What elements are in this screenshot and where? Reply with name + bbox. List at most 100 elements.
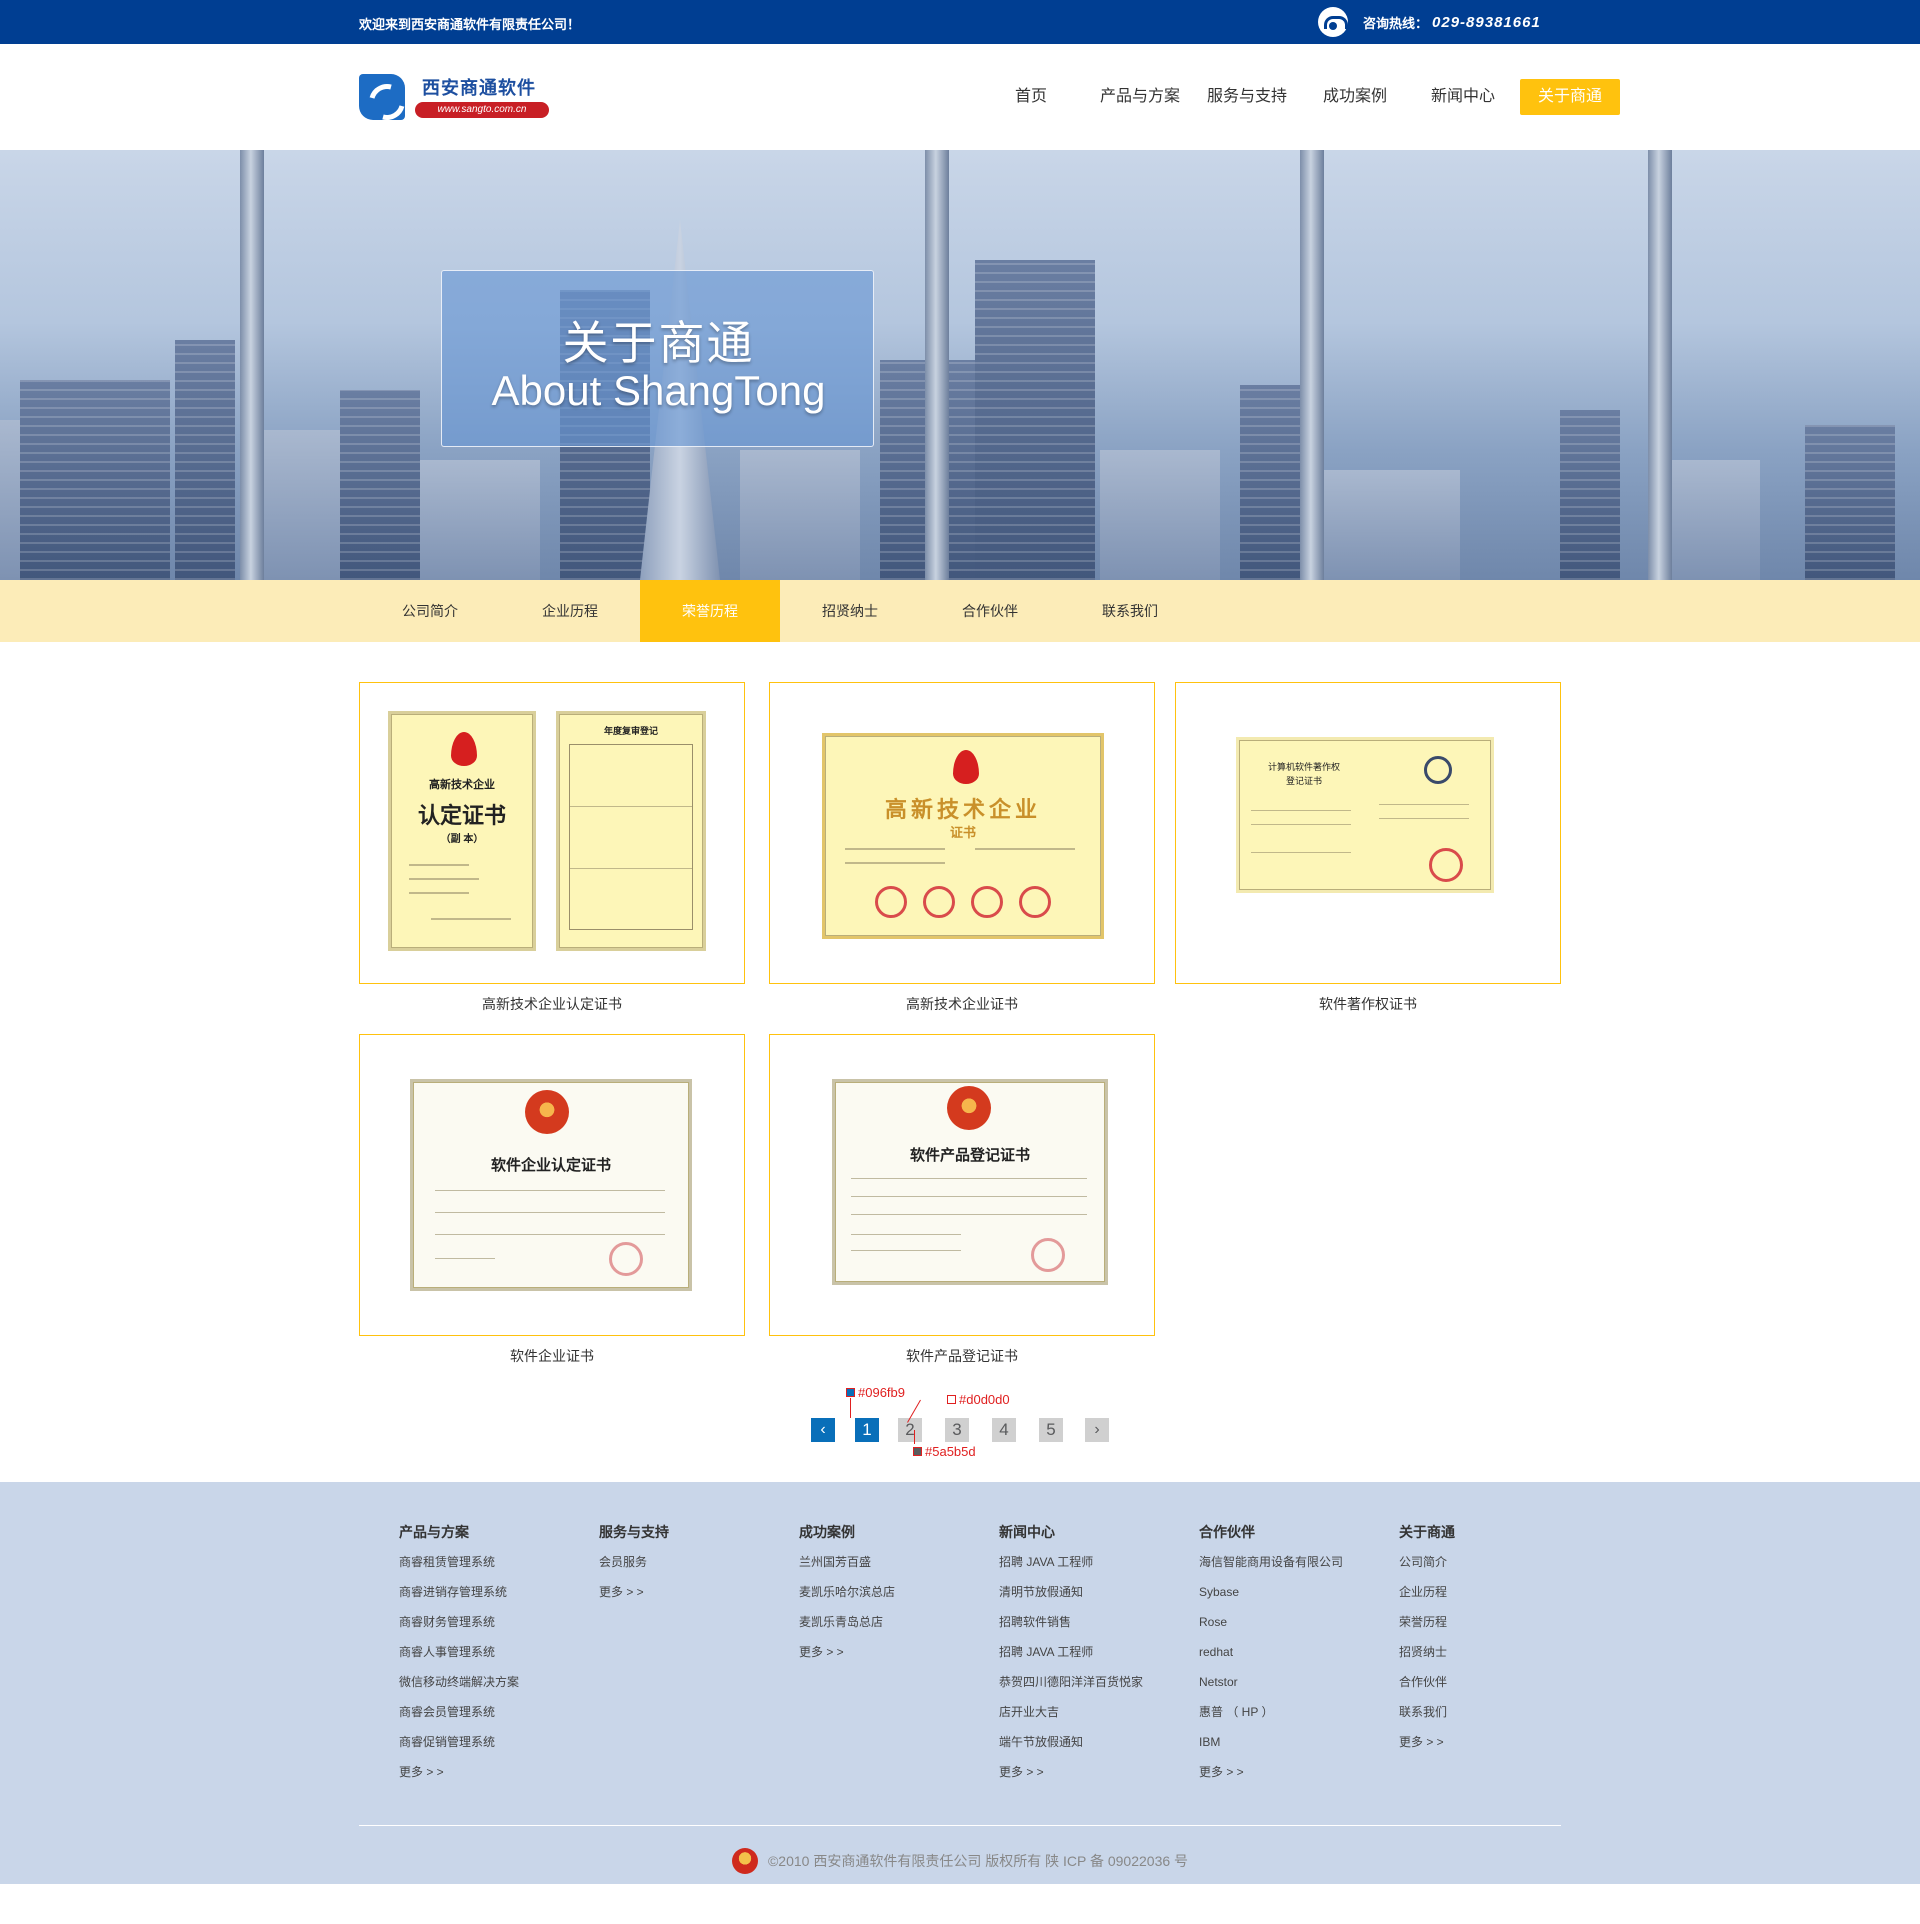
certificate-card[interactable]: 高新技术企业 认定证书 （副 本） 年度复审登记 xyxy=(359,682,745,984)
footer-divider xyxy=(359,1825,1561,1826)
subnav-history[interactable]: 企业历程 xyxy=(500,580,640,642)
footer-link[interactable]: 麦凯乐青岛总店 xyxy=(799,1612,999,1642)
footer-link[interactable]: 合作伙伴 xyxy=(1399,1672,1599,1702)
subnav-contact[interactable]: 联系我们 xyxy=(1060,580,1200,642)
red-seal-icon xyxy=(1031,1238,1065,1272)
cert-text: 软件产品登记证书 xyxy=(909,1147,1030,1164)
page-1[interactable]: 1 xyxy=(855,1418,879,1442)
footer-more-link[interactable]: 更多 > > xyxy=(799,1642,999,1672)
red-seal-icon xyxy=(609,1242,643,1276)
red-seal-icon xyxy=(1019,886,1051,918)
color-annotation-bg: #d0d0d0 xyxy=(947,1392,1010,1407)
certificate-card[interactable]: 软件产品登记证书 xyxy=(769,1034,1155,1336)
footer-link[interactable]: redhat xyxy=(1199,1642,1399,1672)
footer-link[interactable]: 海信智能商用设备有限公司 xyxy=(1199,1552,1399,1582)
footer-link[interactable]: 店开业大吉 xyxy=(999,1702,1199,1732)
certificate-caption: 软件产品登记证书 xyxy=(906,1348,1018,1364)
certificate-image: 软件产品登记证书 xyxy=(832,1079,1108,1285)
window-frame xyxy=(240,150,264,580)
subnav-partners[interactable]: 合作伙伴 xyxy=(920,580,1060,642)
footer-link[interactable]: 招贤纳士 xyxy=(1399,1642,1599,1672)
hero-title-en: About ShangTong xyxy=(491,367,826,414)
flame-emblem-icon xyxy=(953,750,979,784)
banner-building xyxy=(1100,450,1220,580)
nav-news[interactable]: 新闻中心 xyxy=(1418,79,1508,115)
page-2[interactable]: 2 xyxy=(898,1418,922,1442)
footer-link[interactable]: Netstor xyxy=(1199,1672,1399,1702)
national-emblem-icon xyxy=(525,1090,569,1134)
red-seal-icon xyxy=(971,886,1003,918)
nav-about[interactable]: 关于商通 xyxy=(1520,79,1620,115)
footer-link[interactable]: 微信移动终端解决方案 xyxy=(399,1672,599,1702)
cert-text: 软件企业认定证书 xyxy=(490,1157,611,1174)
banner-building xyxy=(1320,470,1460,580)
footer-link[interactable]: 会员服务 xyxy=(599,1552,799,1582)
footer-column-news: 新闻中心 招聘 JAVA 工程师 清明节放假通知 招聘软件销售 招聘 JAVA … xyxy=(999,1522,1199,1792)
cert-table xyxy=(569,744,693,930)
cert-line xyxy=(845,862,945,864)
footer-link[interactable]: 招聘 JAVA 工程师 xyxy=(999,1642,1199,1672)
footer-link[interactable]: 麦凯乐哈尔滨总店 xyxy=(799,1582,999,1612)
certificate-card[interactable]: 高新技术企业 证书 xyxy=(769,682,1155,984)
footer-link[interactable]: 招聘软件销售 xyxy=(999,1612,1199,1642)
footer-link[interactable]: 商睿人事管理系统 xyxy=(399,1642,599,1672)
banner-building xyxy=(975,260,1095,580)
cert-line xyxy=(431,918,511,920)
page-3[interactable]: 3 xyxy=(945,1418,969,1442)
subnav-honors[interactable]: 荣誉历程 xyxy=(640,580,780,642)
annotation-line xyxy=(850,1398,851,1418)
footer-link[interactable]: 联系我们 xyxy=(1399,1702,1599,1732)
footer-link[interactable]: Sybase xyxy=(1199,1582,1399,1612)
footer-more-link[interactable]: 更多 > > xyxy=(999,1762,1199,1792)
footer-link[interactable]: 荣誉历程 xyxy=(1399,1612,1599,1642)
certificate-image: 高新技术企业 证书 xyxy=(822,733,1104,939)
footer-more-link[interactable]: 更多 > > xyxy=(1199,1762,1399,1792)
nav-cases[interactable]: 成功案例 xyxy=(1310,79,1400,115)
footer-link[interactable]: 企业历程 xyxy=(1399,1582,1599,1612)
footer-link[interactable]: 端午节放假通知 xyxy=(999,1732,1199,1762)
footer-more-link[interactable]: 更多 > > xyxy=(399,1762,599,1792)
footer-link[interactable]: 商睿进销存管理系统 xyxy=(399,1582,599,1612)
cert-line xyxy=(409,892,469,894)
chevron-left-icon[interactable]: ‹ xyxy=(811,1418,835,1442)
footer-more-link[interactable]: 更多 > > xyxy=(599,1582,799,1612)
cert-line xyxy=(975,848,1075,850)
page-5[interactable]: 5 xyxy=(1039,1418,1063,1442)
nav-home[interactable]: 首页 xyxy=(1000,79,1062,115)
window-frame xyxy=(925,150,949,580)
color-annotation-text-color: #5a5b5d xyxy=(913,1444,976,1459)
nav-products[interactable]: 产品与方案 xyxy=(1093,79,1187,115)
page-4[interactable]: 4 xyxy=(992,1418,1016,1442)
certificate-card[interactable]: 软件企业认定证书 xyxy=(359,1034,745,1336)
footer-link[interactable]: IBM xyxy=(1199,1732,1399,1762)
chevron-right-icon[interactable]: › xyxy=(1085,1418,1109,1442)
footer-link[interactable]: 清明节放假通知 xyxy=(999,1582,1199,1612)
footer-column-title: 合作伙伴 xyxy=(1199,1524,1255,1540)
cert-line xyxy=(435,1212,665,1213)
nav-services[interactable]: 服务与支持 xyxy=(1200,79,1294,115)
footer-link[interactable]: Rose xyxy=(1199,1612,1399,1642)
footer-link[interactable]: 商睿租赁管理系统 xyxy=(399,1552,599,1582)
footer-link[interactable]: 兰州国芳百盛 xyxy=(799,1552,999,1582)
certificate-caption: 软件著作权证书 xyxy=(1319,996,1417,1012)
hotline: 咨询热线： 029-89381661 xyxy=(1318,7,1541,37)
header: 西安商通软件 www.sangto.com.cn 首页 产品与方案 服务与支持 … xyxy=(0,44,1920,150)
red-seal-icon xyxy=(923,886,955,918)
footer-more-link[interactable]: 更多 > > xyxy=(1399,1732,1599,1762)
footer-link[interactable]: 商睿财务管理系统 xyxy=(399,1612,599,1642)
certificate-caption: 软件企业证书 xyxy=(510,1348,594,1364)
footer-link[interactable]: 公司简介 xyxy=(1399,1552,1599,1582)
footer-link[interactable]: 惠普 （ HP ） xyxy=(1199,1702,1399,1732)
national-emblem-icon xyxy=(947,1086,991,1130)
cert-line xyxy=(851,1214,1087,1215)
footer-link[interactable]: 恭贺四川德阳洋洋百货悦家 xyxy=(999,1672,1199,1702)
hero-title-box: 关于商通 About ShangTong xyxy=(441,270,874,447)
subnav-company-intro[interactable]: 公司简介 xyxy=(360,580,500,642)
footer-link[interactable]: 招聘 JAVA 工程师 xyxy=(999,1552,1199,1582)
copyright: ©2010 西安商通软件有限责任公司 版权所有 陕 ICP 备 09022036… xyxy=(0,1848,1920,1874)
certificate-card[interactable]: 计算机软件著作权 登记证书 xyxy=(1175,682,1561,984)
cert-line xyxy=(851,1196,1087,1197)
subnav-careers[interactable]: 招贤纳士 xyxy=(780,580,920,642)
footer-link[interactable]: 商睿会员管理系统 xyxy=(399,1702,599,1732)
footer-link[interactable]: 商睿促销管理系统 xyxy=(399,1732,599,1762)
